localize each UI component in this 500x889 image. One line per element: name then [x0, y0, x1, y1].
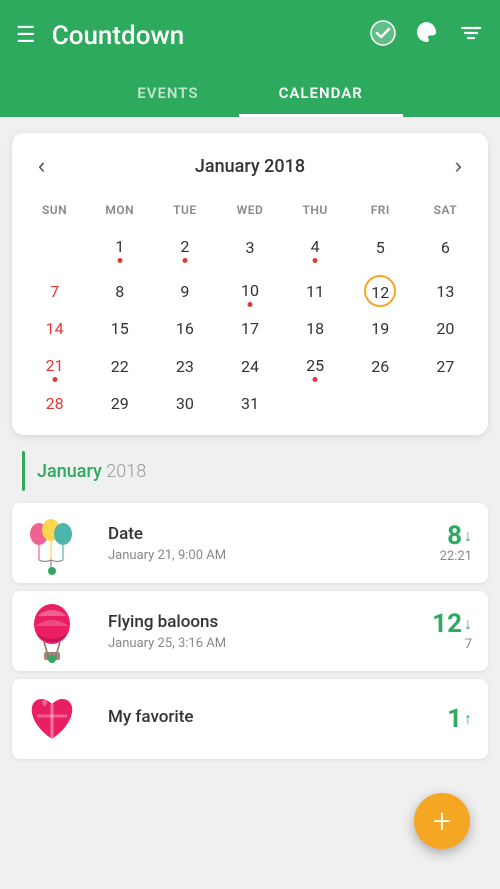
day-cell[interactable]: 28 [22, 388, 87, 419]
header: ☰ Countdown [0, 0, 500, 72]
month-line-decoration [22, 451, 25, 491]
weekday-sat: SAT [413, 199, 478, 225]
day-cell[interactable]: 5 [348, 225, 413, 269]
day-cell[interactable]: 18 [283, 313, 348, 344]
calendar-card: ‹ January 2018 › SUN MON TUE WED THU FRI… [12, 133, 488, 435]
tab-bar: EVENTS CALENDAR [0, 72, 500, 117]
day-cell[interactable] [413, 388, 478, 419]
month-name: January 2018 [37, 461, 146, 482]
event-time: 7 [465, 637, 472, 652]
day-cell[interactable]: 8 [87, 269, 152, 313]
day-cell[interactable]: 31 [217, 388, 282, 419]
day-cell[interactable]: 10 [217, 269, 282, 313]
check-icon[interactable] [370, 20, 396, 52]
tab-calendar[interactable]: CALENDAR [239, 72, 403, 117]
event-thumb-favorite [12, 679, 92, 759]
event-thumb-date [12, 503, 92, 583]
day-cell[interactable] [22, 225, 87, 269]
day-cell[interactable]: 23 [152, 344, 217, 388]
event-days: 12↓ [432, 611, 472, 637]
prev-month-button[interactable]: ‹ [30, 149, 53, 183]
day-cell[interactable]: 15 [87, 313, 152, 344]
calendar-month-title: January 2018 [195, 156, 305, 177]
weekday-mon: MON [87, 199, 152, 225]
event-title: Flying baloons [108, 612, 400, 632]
weekday-tue: TUE [152, 199, 217, 225]
day-cell[interactable]: 19 [348, 313, 413, 344]
day-cell[interactable]: 27 [413, 344, 478, 388]
event-content-flying: Flying baloons January 25, 3:16 AM [92, 600, 416, 663]
event-days: 1↑ [447, 706, 472, 732]
event-item-favorite[interactable]: My favorite 1↑ [12, 679, 488, 759]
event-dot [48, 655, 56, 663]
palette-icon[interactable] [414, 20, 440, 52]
event-countdown-date: 8↓ 22:21 [418, 511, 488, 576]
menu-icon[interactable]: ☰ [16, 25, 36, 47]
day-cell[interactable]: 30 [152, 388, 217, 419]
day-cell[interactable]: 24 [217, 344, 282, 388]
event-days: 8↓ [447, 523, 472, 549]
tab-events[interactable]: EVENTS [97, 72, 238, 117]
day-cell[interactable]: 13 [413, 269, 478, 313]
filter-icon[interactable] [458, 20, 484, 52]
day-cell[interactable]: 4 [283, 225, 348, 269]
event-thumb-flying [12, 591, 92, 671]
day-cell[interactable]: 26 [348, 344, 413, 388]
weekday-wed: WED [217, 199, 282, 225]
next-month-button[interactable]: › [447, 149, 470, 183]
day-cell[interactable]: 11 [283, 269, 348, 313]
day-cell[interactable] [283, 388, 348, 419]
weekday-fri: FRI [348, 199, 413, 225]
weekday-thu: THU [283, 199, 348, 225]
event-countdown-favorite: 1↑ [418, 694, 488, 744]
event-title: Date [108, 524, 402, 544]
day-cell[interactable]: 29 [87, 388, 152, 419]
day-cell[interactable]: 6 [413, 225, 478, 269]
weekday-sun: SUN [22, 199, 87, 225]
event-title: My favorite [108, 707, 402, 727]
day-cell[interactable] [348, 388, 413, 419]
day-cell[interactable]: 20 [413, 313, 478, 344]
event-dot [48, 567, 56, 575]
month-label: January 2018 [12, 451, 488, 491]
day-cell[interactable]: 2 [152, 225, 217, 269]
day-cell[interactable]: 25 [283, 344, 348, 388]
app-title: Countdown [52, 21, 370, 51]
event-date: January 21, 9:00 AM [108, 548, 402, 563]
event-item-date[interactable]: Date January 21, 9:00 AM 8↓ 22:21 [12, 503, 488, 583]
fab-add-button[interactable]: + [414, 793, 470, 849]
day-cell[interactable]: 7 [22, 269, 87, 313]
day-cell[interactable]: 9 [152, 269, 217, 313]
day-cell[interactable]: 21 [22, 344, 87, 388]
event-content-favorite: My favorite [92, 695, 418, 743]
calendar-nav: ‹ January 2018 › [22, 149, 478, 183]
event-time: 22:21 [440, 549, 472, 564]
day-cell[interactable]: 22 [87, 344, 152, 388]
event-countdown-flying: 12↓ 7 [416, 599, 488, 664]
day-cell[interactable]: 14 [22, 313, 87, 344]
event-content-date: Date January 21, 9:00 AM [92, 512, 418, 575]
event-item-flying[interactable]: Flying baloons January 25, 3:16 AM 12↓ 7 [12, 591, 488, 671]
day-cell[interactable]: 16 [152, 313, 217, 344]
day-cell[interactable]: 1 [87, 225, 152, 269]
events-section: January 2018 Date Janua [0, 451, 500, 759]
header-actions [370, 20, 484, 52]
calendar-grid: SUN MON TUE WED THU FRI SAT 1 2 3 [22, 199, 478, 419]
event-date: January 25, 3:16 AM [108, 636, 400, 651]
day-cell[interactable]: 12 [348, 269, 413, 313]
day-cell[interactable]: 17 [217, 313, 282, 344]
day-cell[interactable]: 3 [217, 225, 282, 269]
